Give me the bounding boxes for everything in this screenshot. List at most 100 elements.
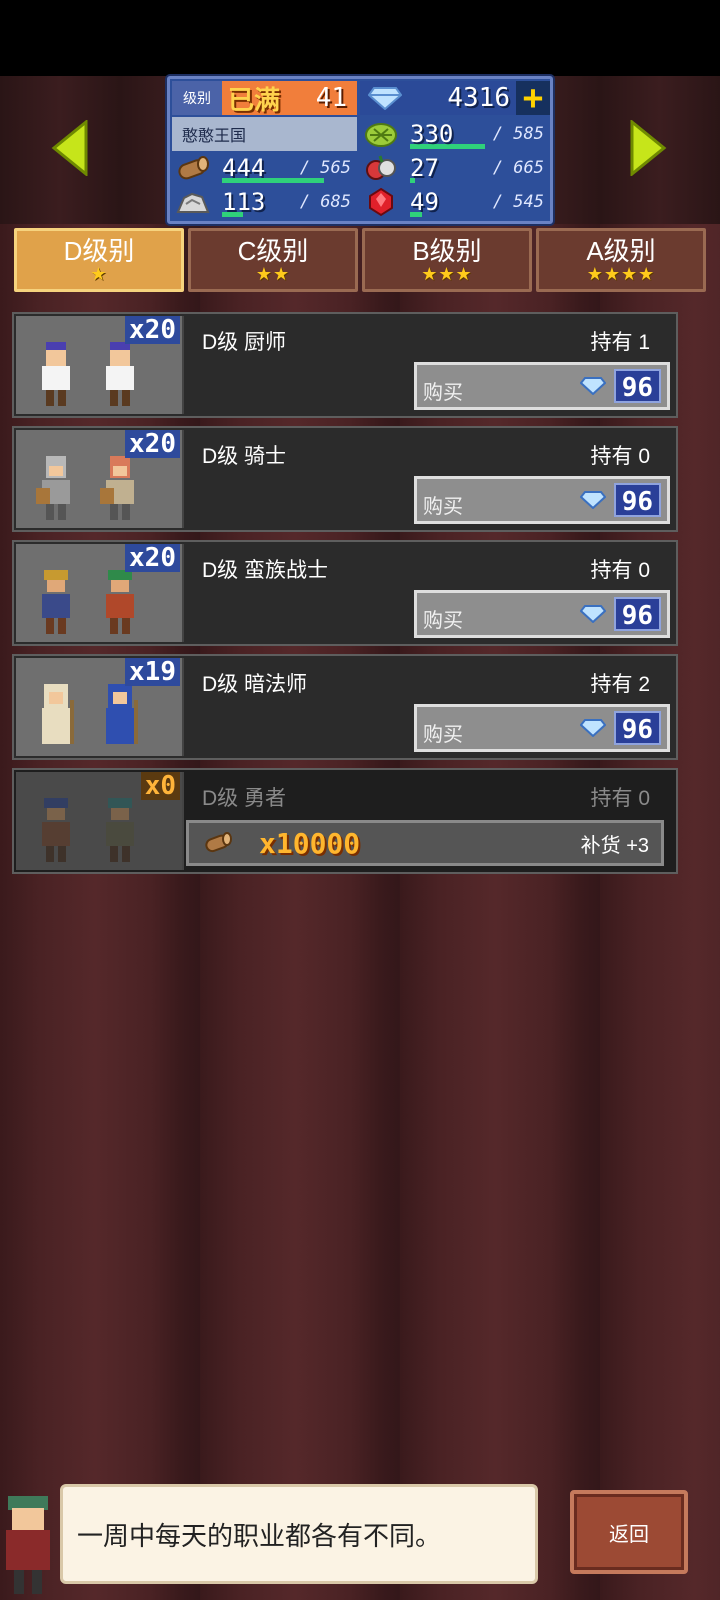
- tab-label: A级别: [586, 236, 656, 266]
- knight-figure-icon: [36, 456, 70, 520]
- buy-button[interactable]: 购买 96: [414, 476, 670, 524]
- buy-price: 96: [613, 369, 661, 403]
- buy-button[interactable]: 购买 96: [414, 362, 670, 410]
- star-icon: ★★★: [421, 264, 473, 285]
- gem-box: 4316 +: [360, 81, 550, 115]
- resource-ore: 113 / 685: [172, 185, 357, 219]
- buy-label: 购买: [423, 495, 463, 518]
- level-box: 级别 已满 41: [172, 81, 357, 116]
- ore-max: / 685: [299, 192, 351, 212]
- hero-figure-icon: [42, 798, 70, 862]
- buy-price: 96: [613, 483, 661, 517]
- job-owned: 持有 0: [590, 787, 650, 810]
- food-value: 27: [410, 154, 439, 182]
- job-portrait: x20: [16, 544, 184, 642]
- ore-value: 113: [222, 188, 266, 216]
- job-stock-count: x19: [125, 658, 180, 686]
- tab-rank-a[interactable]: A级别 ★★★★: [536, 228, 706, 292]
- grass-icon: [360, 117, 402, 151]
- tab-rank-d[interactable]: D级别 ★: [14, 228, 184, 292]
- job-row-barbarian[interactable]: x20 D级 蛮族战士 持有 0 购买 96: [12, 540, 678, 646]
- tip-text: 一周中每天的职业都各有不同。: [77, 1520, 442, 1551]
- hero-figure-icon: [106, 798, 134, 862]
- job-name: D级 骑士: [202, 445, 286, 468]
- back-button[interactable]: 返回: [570, 1490, 688, 1574]
- wood-value: 444: [222, 154, 266, 182]
- tab-label: B级别: [412, 236, 482, 266]
- job-name: D级 勇者: [202, 787, 286, 810]
- grass-value: 330: [410, 120, 454, 148]
- wood-max: / 565: [299, 158, 351, 178]
- cook-figure-icon: [42, 342, 70, 406]
- tab-rank-c[interactable]: C级别 ★★: [188, 228, 358, 292]
- wood-icon: [172, 151, 214, 185]
- tab-label: D级别: [63, 236, 135, 266]
- level-status: 已满: [228, 85, 281, 116]
- job-portrait: x20: [16, 430, 184, 528]
- job-name: D级 暗法师: [202, 673, 307, 696]
- ruby-icon: [360, 185, 402, 219]
- buy-button[interactable]: 购买 96: [414, 704, 670, 752]
- job-stock-count: x20: [125, 316, 180, 344]
- mage-figure-icon: [42, 684, 74, 744]
- restock-button[interactable]: x10000 补货 +3: [186, 820, 664, 866]
- job-owned: 持有 0: [590, 445, 650, 468]
- mage-figure-icon: [106, 684, 138, 744]
- job-name: D级 蛮族战士: [202, 559, 328, 582]
- star-icon: ★★: [255, 264, 291, 285]
- resource-wood: 444 / 565: [172, 151, 357, 185]
- food-icon: [360, 151, 402, 185]
- job-stock-count: x20: [125, 544, 180, 572]
- diamond-icon: [579, 377, 606, 395]
- buy-label: 购买: [423, 381, 463, 404]
- status-bar: [0, 0, 720, 76]
- buy-price: 96: [613, 597, 661, 631]
- diamond-icon: [579, 605, 606, 623]
- ore-icon: [172, 185, 214, 219]
- knight-figure-icon: [100, 456, 134, 520]
- buy-price: 96: [613, 711, 661, 745]
- tip-speech-bubble: 一周中每天的职业都各有不同。: [60, 1484, 538, 1584]
- diamond-icon: [579, 719, 606, 737]
- barbarian-figure-icon: [42, 570, 70, 634]
- tab-rank-b[interactable]: B级别 ★★★: [362, 228, 532, 292]
- job-portrait: x20: [16, 316, 184, 414]
- job-row-hero[interactable]: x0 D级 勇者 持有 0 x10000 补货 +3: [12, 768, 678, 874]
- job-list: x20 D级 厨师 持有 1 购买 96 x20 D级 骑士 持有 0 购买 9…: [12, 312, 678, 882]
- job-owned: 持有 1: [590, 331, 650, 354]
- level-label: 级别: [172, 81, 222, 115]
- resource-ruby: 49 / 545: [360, 185, 550, 219]
- diamond-icon: [579, 491, 606, 509]
- job-stock-count: x0: [140, 772, 180, 800]
- job-row-dark-mage[interactable]: x19 D级 暗法师 持有 2 购买 96: [12, 654, 678, 760]
- resource-grass: 330 / 585: [360, 117, 550, 151]
- kingdom-name: 憨憨王国: [172, 117, 357, 151]
- job-owned: 持有 2: [590, 673, 650, 696]
- job-row-knight[interactable]: x20 D级 骑士 持有 0 购买 96: [12, 426, 678, 532]
- restock-label: 补货 +3: [580, 834, 649, 857]
- ruby-max: / 545: [492, 192, 544, 212]
- level-value: 41: [315, 83, 347, 113]
- diamond-icon: [368, 86, 402, 110]
- job-row-cook[interactable]: x20 D级 厨师 持有 1 购买 96: [12, 312, 678, 418]
- job-owned: 持有 0: [590, 559, 650, 582]
- barbarian-figure-icon: [106, 570, 134, 634]
- star-icon: ★: [90, 264, 108, 285]
- add-gems-button[interactable]: +: [516, 81, 550, 115]
- wood-icon: [205, 832, 232, 853]
- buy-button[interactable]: 购买 96: [414, 590, 670, 638]
- buy-label: 购买: [423, 723, 463, 746]
- job-name: D级 厨师: [202, 331, 286, 354]
- job-portrait: x0: [16, 772, 184, 870]
- food-max: / 665: [492, 158, 544, 178]
- cook-figure-icon: [106, 342, 134, 406]
- prev-arrow-icon[interactable]: [50, 118, 90, 178]
- gem-count: 4316: [447, 83, 510, 113]
- restock-cost: x10000: [259, 826, 361, 860]
- grass-max: / 585: [492, 124, 544, 144]
- buy-label: 购买: [423, 609, 463, 632]
- advisor-avatar: [0, 1484, 60, 1600]
- next-arrow-icon[interactable]: [628, 118, 668, 178]
- kingdom-stats-panel: 级别 已满 41 4316 + 憨憨王国 330 / 585 444 / 565…: [167, 76, 553, 224]
- resource-food: 27 / 665: [360, 151, 550, 185]
